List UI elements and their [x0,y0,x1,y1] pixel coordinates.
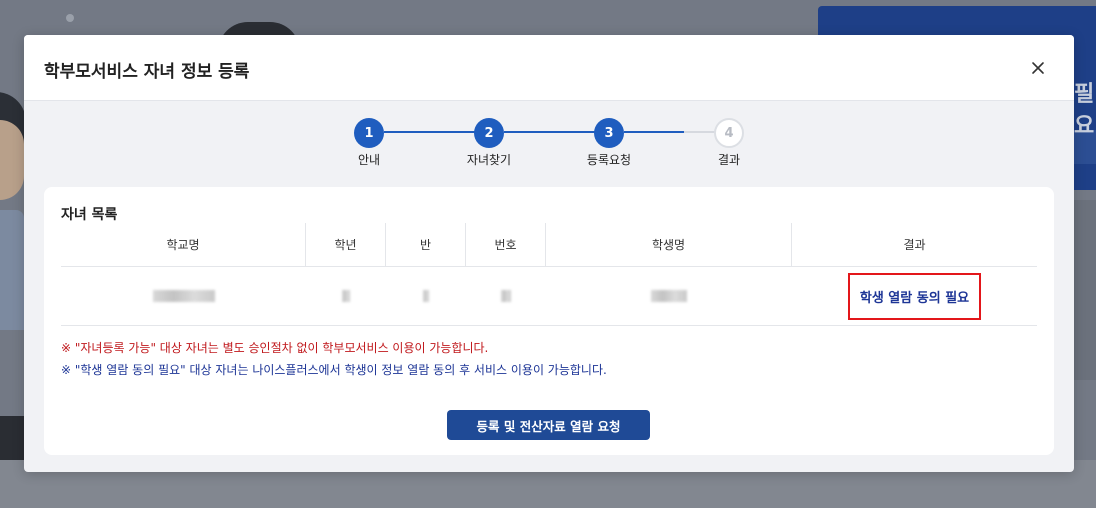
redacted-text [651,290,687,302]
redacted-text [342,290,350,302]
cell-school-redacted [61,267,306,325]
column-header-school: 학교명 [61,223,306,266]
result-status-highlighted: 학생 열람 동의 필요 [847,272,982,320]
modal-header: 학부모서비스 자녀 정보 등록 [24,35,1074,101]
column-header-class: 반 [386,223,466,266]
cell-student-name-redacted [546,267,792,325]
child-registration-modal: 학부모서비스 자녀 정보 등록 1 안내 2 자녀찾기 3 등록요청 4 결과 … [24,35,1074,472]
step-1-circle: 1 [354,118,384,148]
step-connector-3 [624,131,684,133]
background-blue-card-text: 필요 [1074,82,1095,139]
column-header-student-name: 학생명 [546,223,792,266]
register-and-request-button[interactable]: 등록 및 전산자료 열람 요청 [447,410,650,440]
note-registration-available: ※ "자녀등록 가능" 대상 자녀는 별도 승인절차 없이 학부모서비스 이용이… [61,341,489,355]
cell-number-redacted [466,267,546,325]
modal-title: 학부모서비스 자녀 정보 등록 [44,62,250,82]
table-header: 학교명 학년 반 번호 학생명 결과 [61,223,1037,267]
cell-class-redacted [386,267,466,325]
cell-result: 학생 열람 동의 필요 [792,267,1037,325]
step-3-label: 등록요청 [586,153,632,167]
cell-grade-redacted [306,267,386,325]
redacted-text [501,290,511,302]
children-list-card: 자녀 목록 학교명 학년 반 번호 학생명 결과 학생 열람 동의 필요 ※ "… [44,187,1054,455]
background-illustration-body [0,210,24,330]
step-4-circle: 4 [714,118,744,148]
column-header-grade: 학년 [306,223,386,266]
section-title: 자녀 목록 [61,207,118,223]
column-header-number: 번호 [466,223,546,266]
step-4-label: 결과 [717,153,741,167]
background-illustration-face [0,120,24,200]
step-2-label: 자녀찾기 [466,153,512,167]
close-icon [1032,62,1044,74]
note-consent-required: ※ "학생 열람 동의 필요" 대상 자녀는 나이스플러스에서 학생이 정보 열… [61,363,607,377]
step-3-circle: 3 [594,118,624,148]
progress-stepper: 1 안내 2 자녀찾기 3 등록요청 4 결과 [24,100,1074,178]
children-table: 학교명 학년 반 번호 학생명 결과 학생 열람 동의 필요 [61,223,1037,326]
column-header-result: 결과 [903,238,926,252]
step-1-label: 안내 [357,153,381,167]
redacted-text [152,290,215,302]
step-2-circle: 2 [474,118,504,148]
redacted-text [423,290,429,302]
table-row: 학생 열람 동의 필요 [61,267,1037,326]
close-button[interactable] [1026,56,1050,80]
background-dot [66,14,74,22]
